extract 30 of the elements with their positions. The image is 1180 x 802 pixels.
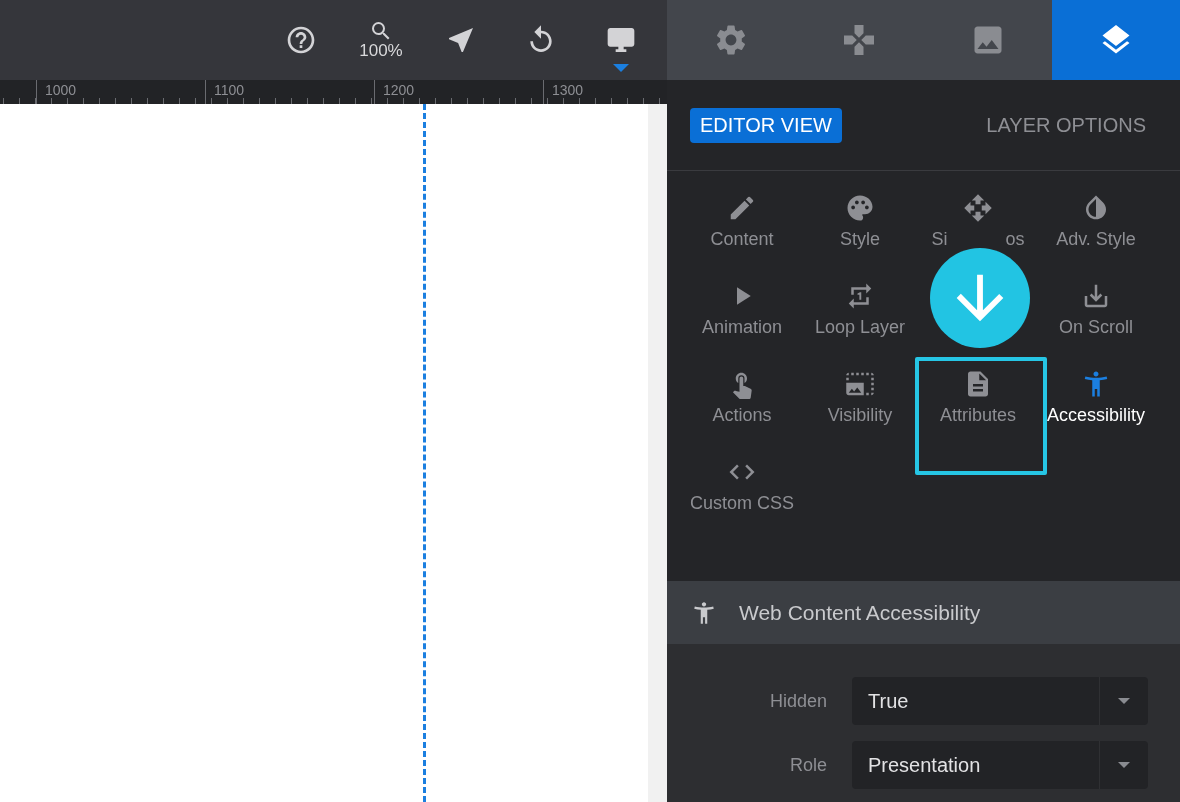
option-tab[interactable]: Animation [701, 317, 782, 338]
option-tab[interactable]: Custom CSS [690, 493, 794, 514]
palette-icon [845, 193, 875, 223]
select-field[interactable]: True [852, 677, 1148, 725]
field-label: Role [788, 754, 828, 776]
select-field[interactable]: Presentation [852, 741, 1148, 789]
mode-tab[interactable]: EDITOR VIEW [690, 107, 842, 143]
move-icon [963, 193, 993, 223]
field-label: Hidden [768, 690, 828, 712]
option-tab[interactable]: os [1005, 229, 1025, 250]
option-tab[interactable]: Style [840, 229, 880, 250]
section-title: Web Content Accessibility [739, 600, 981, 625]
panel-tab[interactable] [1051, 0, 1180, 80]
option-tab[interactable]: Loop Layer [814, 317, 906, 338]
dropdown-icon [1118, 762, 1130, 768]
mode-tab[interactable]: LAYER OPTIONS [976, 107, 1156, 143]
option-tab[interactable]: Si [931, 229, 948, 250]
dropdown-icon [1118, 698, 1130, 704]
zoom-level: 100% [359, 41, 403, 61]
option-tab[interactable]: Accessibility [1047, 405, 1145, 426]
option-tab[interactable]: On Scroll [1059, 317, 1133, 338]
help-icon [285, 24, 317, 56]
option-tab[interactable]: Adv. Style [1056, 229, 1136, 250]
option-tab[interactable]: Visibility [827, 405, 893, 426]
zoom-button[interactable]: 100% [341, 0, 421, 80]
option-tab[interactable]: Content [710, 229, 774, 250]
person-icon [691, 599, 717, 626]
option-tab[interactable]: Attributes [939, 405, 1016, 426]
section-header[interactable]: Web Content Accessibility [667, 581, 1180, 644]
option-tab[interactable]: Actions [712, 405, 772, 426]
